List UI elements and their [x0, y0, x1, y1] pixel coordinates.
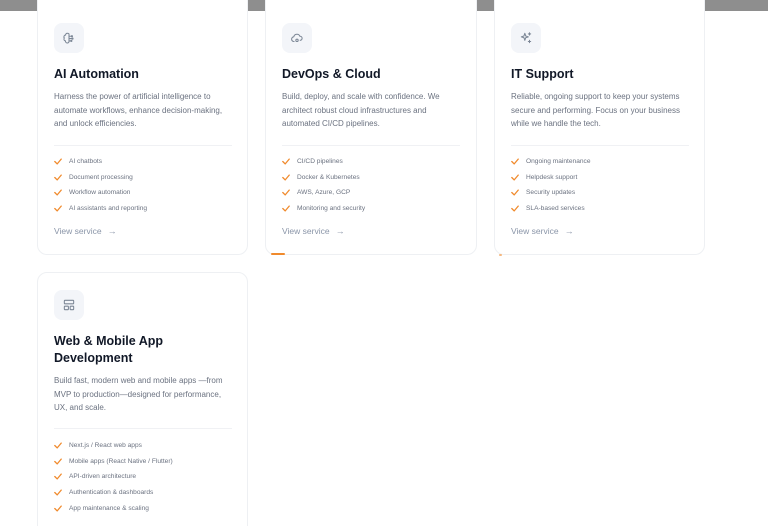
card-title: AI Automation [54, 67, 139, 81]
feature-label: Security updates [526, 189, 576, 197]
feature-list: AI chatbots Document processing Workflow… [54, 154, 147, 216]
feature-label: AI assistants and reporting [69, 205, 148, 213]
service-card-it-support: IT Support Reliable, ongoing support to … [494, 0, 705, 255]
arrow-right-icon: → [564, 226, 574, 236]
check-icon [511, 189, 520, 197]
feature-item: AWS, Azure, GCP [282, 185, 365, 201]
feature-item: AI chatbots [54, 154, 147, 170]
active-indicator [499, 254, 502, 256]
view-service-link[interactable]: View service → [511, 226, 574, 236]
check-icon [54, 158, 63, 165]
check-icon [511, 158, 520, 165]
check-icon [54, 174, 63, 181]
feature-label: AI chatbots [69, 158, 102, 166]
feature-list: CI/CD pipelines Docker & Kubernetes AWS,… [282, 154, 365, 216]
check-icon [511, 174, 520, 181]
feature-label: App maintenance & scaling [69, 504, 149, 512]
feature-label: Docker & Kubernetes [297, 173, 360, 181]
card-description: Build fast, modern web and mobile apps —… [54, 376, 223, 413]
feature-label: API-driven architecture [69, 473, 137, 481]
check-icon [54, 189, 63, 197]
card-divider [511, 145, 689, 146]
check-icon [282, 174, 291, 181]
feature-list: Next.js / React web apps Mobile apps (Re… [54, 438, 173, 516]
service-card-devops-cloud: DevOps & Cloud Build, deploy, and scale … [265, 0, 477, 255]
check-icon [54, 505, 63, 512]
check-icon [282, 205, 291, 212]
feature-item: Monitoring and security [282, 201, 365, 217]
check-icon [511, 205, 520, 212]
view-service-label: View service [282, 226, 330, 236]
feature-label: Monitoring and security [297, 205, 366, 213]
arrow-right-icon: → [107, 226, 117, 236]
card-description: Harness the power of artificial intellig… [54, 92, 223, 129]
check-icon [54, 205, 63, 212]
view-service-link[interactable]: View service → [282, 226, 345, 236]
check-icon [54, 458, 63, 465]
card-divider [54, 428, 232, 429]
card-description: Reliable, ongoing support to keep your s… [511, 92, 680, 129]
cloud-gear-icon [282, 23, 312, 53]
feature-label: Workflow automation [69, 189, 131, 197]
feature-item: AI assistants and reporting [54, 201, 147, 217]
feature-item: API-driven architecture [54, 469, 173, 485]
card-divider [54, 145, 232, 146]
check-icon [54, 473, 63, 481]
arrow-right-icon: → [335, 226, 345, 236]
feature-item: Docker & Kubernetes [282, 170, 365, 186]
feature-list: Ongoing maintenance Helpdesk support Sec… [511, 154, 591, 216]
view-service-label: View service [511, 226, 559, 236]
card-title: DevOps & Cloud [282, 67, 381, 81]
feature-item: Helpdesk support [511, 170, 591, 186]
feature-label: Next.js / React web apps [69, 442, 142, 450]
card-divider [282, 145, 460, 146]
layout-icon [54, 290, 84, 320]
check-icon [282, 158, 291, 165]
feature-item: CI/CD pipelines [282, 154, 365, 170]
active-indicator [271, 253, 285, 255]
feature-item: SLA-based services [511, 201, 591, 217]
view-service-label: View service [54, 226, 102, 236]
check-icon [282, 189, 291, 197]
feature-item: App maintenance & scaling [54, 500, 173, 516]
feature-item: Workflow automation [54, 185, 147, 201]
check-icon [54, 489, 63, 496]
sparkles-icon [511, 23, 541, 53]
feature-item: Mobile apps (React Native / Flutter) [54, 454, 173, 470]
feature-label: Helpdesk support [526, 173, 578, 181]
check-icon [54, 442, 63, 449]
feature-label: SLA-based services [526, 205, 585, 213]
feature-item: Authentication & dashboards [54, 485, 173, 501]
feature-label: Authentication & dashboards [69, 489, 154, 497]
service-card-web-mobile: Web & Mobile App Development Build fast,… [37, 272, 248, 526]
feature-item: Security updates [511, 185, 591, 201]
feature-label: Document processing [69, 173, 133, 181]
brain-icon [54, 23, 84, 53]
feature-item: Next.js / React web apps [54, 438, 173, 454]
feature-label: Mobile apps (React Native / Flutter) [69, 457, 173, 465]
feature-label: Ongoing maintenance [526, 158, 591, 166]
service-card-ai-automation: AI Automation Harness the power of artif… [37, 0, 248, 255]
view-service-link[interactable]: View service → [54, 226, 117, 236]
card-title: Web & Mobile App Development [54, 334, 164, 365]
feature-item: Document processing [54, 170, 147, 186]
card-title: IT Support [511, 67, 574, 81]
feature-item: Ongoing maintenance [511, 154, 591, 170]
feature-label: CI/CD pipelines [297, 158, 343, 166]
card-description: Build, deploy, and scale with confidence… [282, 92, 440, 129]
feature-label: AWS, Azure, GCP [297, 189, 351, 197]
